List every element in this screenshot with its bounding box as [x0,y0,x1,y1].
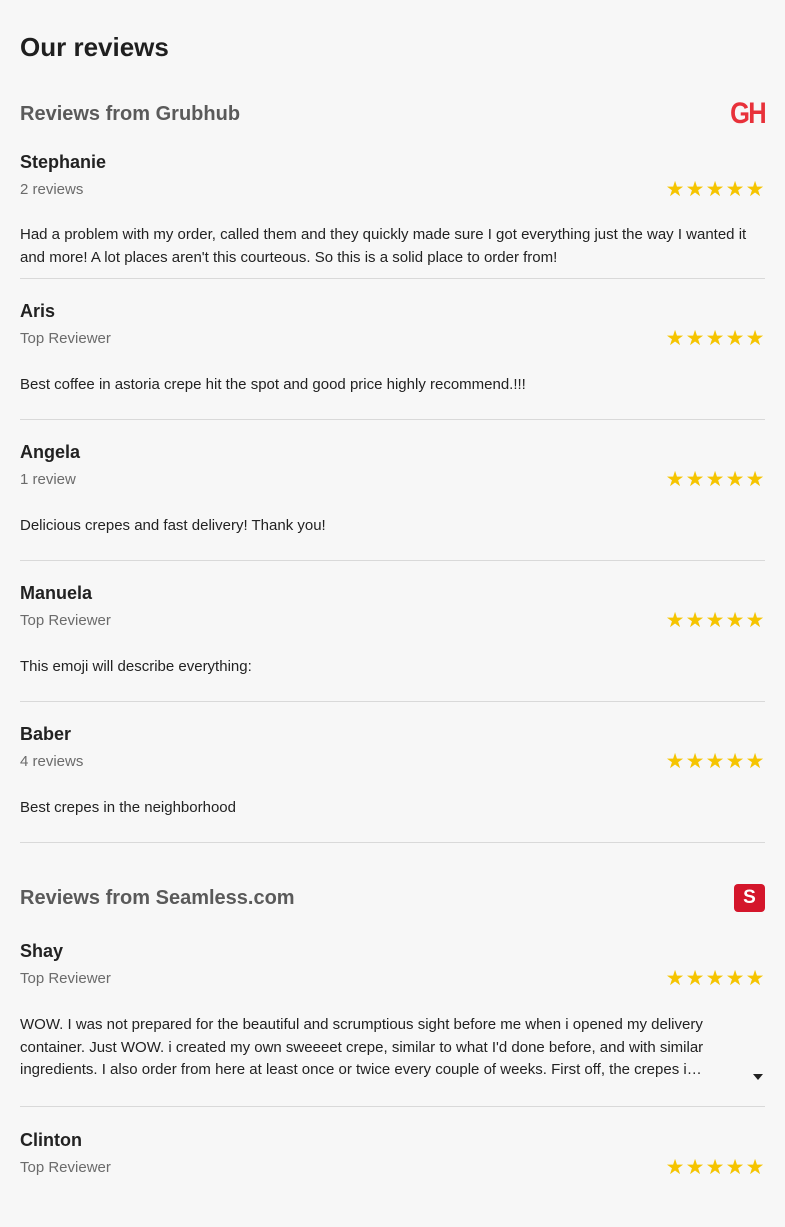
reviewer-meta: Top Reviewer [20,970,111,987]
star-icon: ★ [745,967,765,990]
review-meta-row: 1 review ★ ★ ★ ★ ★ [20,468,765,491]
reviewer-name: Aris [20,301,56,321]
review-text: Had a problem with my order, called them… [20,226,747,266]
source-header: Reviews from Seamless.com S [20,878,765,918]
review-card: Stephanie 2 reviews ★ ★ ★ ★ ★ Had a problem … [20,134,765,279]
star-icon: ★ [745,750,765,773]
reviewer-meta: 1 review [20,471,76,488]
star-icon: ★ [705,609,725,632]
reviewer-meta: 4 reviews [20,753,84,770]
star-icon: ★ [665,750,685,773]
review-card: Manuela Top Reviewer ★ ★ ★ ★ ★ This emoji wi… [20,561,765,702]
star-icon: ★ [665,178,685,201]
star-icon: ★ [725,327,745,350]
star-icon: ★ [705,468,725,491]
star-icon: ★ [745,178,765,201]
review-card: Angela 1 review ★ ★ ★ ★ ★ Delicious crepes a… [20,420,765,561]
star-icon: ★ [685,1156,705,1179]
grubhub-reviews-section: Reviews from Grubhub GH Stephanie 2 revi… [20,94,767,843]
source-title: Reviews from Seamless.com [20,886,295,909]
reviewer-name: Clinton [20,1130,82,1150]
review-text: Best coffee in astoria crepe hit the spo… [20,376,526,393]
reviewer-meta: Top Reviewer [20,330,111,347]
star-icon: ★ [725,750,745,773]
seamless-reviews-section: Reviews from Seamless.com S Shay Top Rev… [20,878,765,1227]
page-title: Our reviews [20,32,169,62]
review-meta-row: 4 reviews ★ ★ ★ ★ ★ [20,750,765,773]
review-meta-row: Top Reviewer ★ ★ ★ ★ ★ [20,1156,765,1179]
star-icon: ★ [705,967,725,990]
star-icon: ★ [725,468,745,491]
star-icon: ★ [745,468,765,491]
star-rating: ★ ★ ★ ★ ★ [665,327,765,350]
review-text: Best crepes in the neighborhood [20,799,236,816]
star-icon: ★ [685,327,705,350]
star-icon: ★ [685,750,705,773]
review-card: Shay Top Reviewer ★ ★ ★ ★ ★ WOW. I was not p… [20,918,765,1107]
reviewer-meta: Top Reviewer [20,612,111,629]
star-icon: ★ [685,967,705,990]
star-icon: ★ [665,327,685,350]
reviewer-name: Stephanie [20,152,107,172]
star-icon: ★ [665,967,685,990]
star-rating: ★ ★ ★ ★ ★ [665,178,765,201]
reviewer-meta: Top Reviewer [20,1159,111,1176]
star-rating: ★ ★ ★ ★ ★ [665,750,765,773]
star-rating: ★ ★ ★ ★ ★ [665,1156,765,1179]
star-icon: ★ [745,609,765,632]
review-card: Clinton Top Reviewer ★ ★ ★ ★ ★ [20,1107,765,1227]
review-meta-row: 2 reviews ★ ★ ★ ★ ★ [20,178,765,201]
review-card: Baber 4 reviews ★ ★ ★ ★ ★ Best crepes in the… [20,702,765,843]
star-icon: ★ [725,178,745,201]
source-title: Reviews from Grubhub [20,102,241,125]
star-icon: ★ [705,750,725,773]
review-text: WOW. I was not prepared for the beautifu… [20,1016,704,1078]
star-icon: ★ [665,609,685,632]
star-icon: ★ [745,1156,765,1179]
star-icon: ★ [705,178,725,201]
reviewer-name: Baber [20,724,72,744]
star-rating: ★ ★ ★ ★ ★ [665,967,765,990]
star-icon: ★ [705,1156,725,1179]
reviewer-name: Shay [20,941,64,961]
review-meta-row: Top Reviewer ★ ★ ★ ★ ★ [20,609,765,632]
review-card: Aris Top Reviewer ★ ★ ★ ★ ★ Best coffee in a… [20,279,765,420]
reviewer-name: Angela [20,442,81,462]
seamless-logo-icon: S [734,884,765,912]
star-icon: ★ [745,327,765,350]
star-icon: ★ [725,609,745,632]
reviewer-name: Manuela [20,583,93,603]
star-icon: ★ [685,609,705,632]
star-rating: ★ ★ ★ ★ ★ [665,468,765,491]
review-meta-row: Top Reviewer ★ ★ ★ ★ ★ [20,967,765,990]
star-icon: ★ [685,468,705,491]
review-meta-row: Top Reviewer ★ ★ ★ ★ ★ [20,327,765,350]
star-icon: ★ [665,1156,685,1179]
source-header: Reviews from Grubhub GH [20,94,767,134]
star-icon: ★ [685,178,705,201]
review-text: This emoji will describe everything: [20,658,252,675]
star-icon: ★ [665,468,685,491]
star-rating: ★ ★ ★ ★ ★ [665,609,765,632]
star-icon: ★ [725,967,745,990]
grubhub-logo-icon: GH [730,97,767,130]
star-icon: ★ [725,1156,745,1179]
reviewer-meta: 2 reviews [20,181,84,198]
chevron-down-icon[interactable] [753,1074,763,1080]
star-icon: ★ [705,327,725,350]
review-text: Delicious crepes and fast delivery! Than… [20,517,326,534]
reviews-page: Our reviews Reviews from Grubhub GH Step… [0,0,785,1227]
